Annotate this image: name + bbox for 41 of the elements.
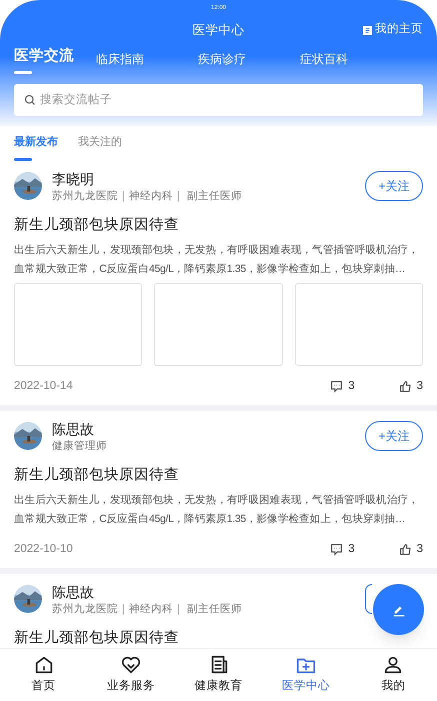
page-title: 医学中心 xyxy=(192,22,244,39)
post-text: 出生后六天新生儿，发现颈部包块，无发热，有呼吸困难表现，气管插管呼吸机治疗，血常规大致正常，C反应蛋白45g/L，降钙素原1.35，影像学检查如上，包块穿刺抽… xyxy=(14,492,420,527)
follow-button[interactable] xyxy=(365,584,372,614)
nav-item[interactable]: 首页 xyxy=(0,649,88,701)
post-text: 出生后六天新生儿，发现颈部包块，无发热，有呼吸困难表现，气管插管呼吸机治疗，血常规大致正常，C反应蛋白45g/L，降钙素原1.35，影像学检查如上，包块穿刺抽… xyxy=(14,242,420,276)
follow-button[interactable]: +关注 xyxy=(365,420,423,451)
comment-icon[interactable] xyxy=(330,542,344,556)
search-icon xyxy=(24,94,36,106)
like-count: 3 xyxy=(416,542,423,557)
category-tab[interactable]: 医学交流 xyxy=(14,46,74,76)
comment-icon[interactable] xyxy=(330,380,344,393)
author-name: 李晓明 xyxy=(52,170,95,188)
post-title: 新生儿颈部包块原因待查 xyxy=(14,628,180,648)
nav-item[interactable]: 健康教育 xyxy=(174,649,262,701)
author-name: 陈思故 xyxy=(52,583,95,602)
category-tab[interactable]: 疾病诊疗 xyxy=(198,50,278,76)
like-count: 3 xyxy=(416,378,423,394)
post-title: 新生儿颈部包块原因待查 xyxy=(14,466,180,485)
category-tab[interactable]: 临床指南 xyxy=(96,50,176,76)
category-tab[interactable]: 症状百科 xyxy=(300,50,380,76)
author-info: 苏州九龙医院｜神经内科｜ 副主任医师 xyxy=(52,188,243,202)
document-icon xyxy=(363,26,372,34)
thumbs-up-icon[interactable] xyxy=(398,542,412,556)
feed-tab[interactable]: 我关注的 xyxy=(78,134,122,160)
feed-tab[interactable]: 最新发布 xyxy=(14,134,58,160)
author-info: 健康管理师 xyxy=(52,438,108,453)
author-name: 陈思故 xyxy=(52,420,95,439)
thumbs-up-icon[interactable] xyxy=(398,380,412,393)
comment-count: 3 xyxy=(348,542,355,557)
search-field[interactable]: 搜索交流帖子 xyxy=(14,84,423,116)
nav-item[interactable]: 业务服务 xyxy=(87,649,175,701)
post-date: 2022-10-10 xyxy=(14,542,74,557)
comment-count: 3 xyxy=(348,378,355,394)
my-homepage-link[interactable]: 我的主页 xyxy=(363,21,423,39)
heart-icon xyxy=(120,654,142,676)
post-title: 新生儿颈部包块原因待查 xyxy=(14,216,180,234)
follow-button[interactable]: +关注 xyxy=(365,170,423,200)
nav-item[interactable]: 医学中心 xyxy=(262,649,350,701)
author-info: 苏州九龙医院｜神经内科｜ 副主任医师 xyxy=(52,602,243,616)
nav-item[interactable]: 我的 xyxy=(350,649,437,701)
post-date: 2022-10-14 xyxy=(14,378,74,394)
